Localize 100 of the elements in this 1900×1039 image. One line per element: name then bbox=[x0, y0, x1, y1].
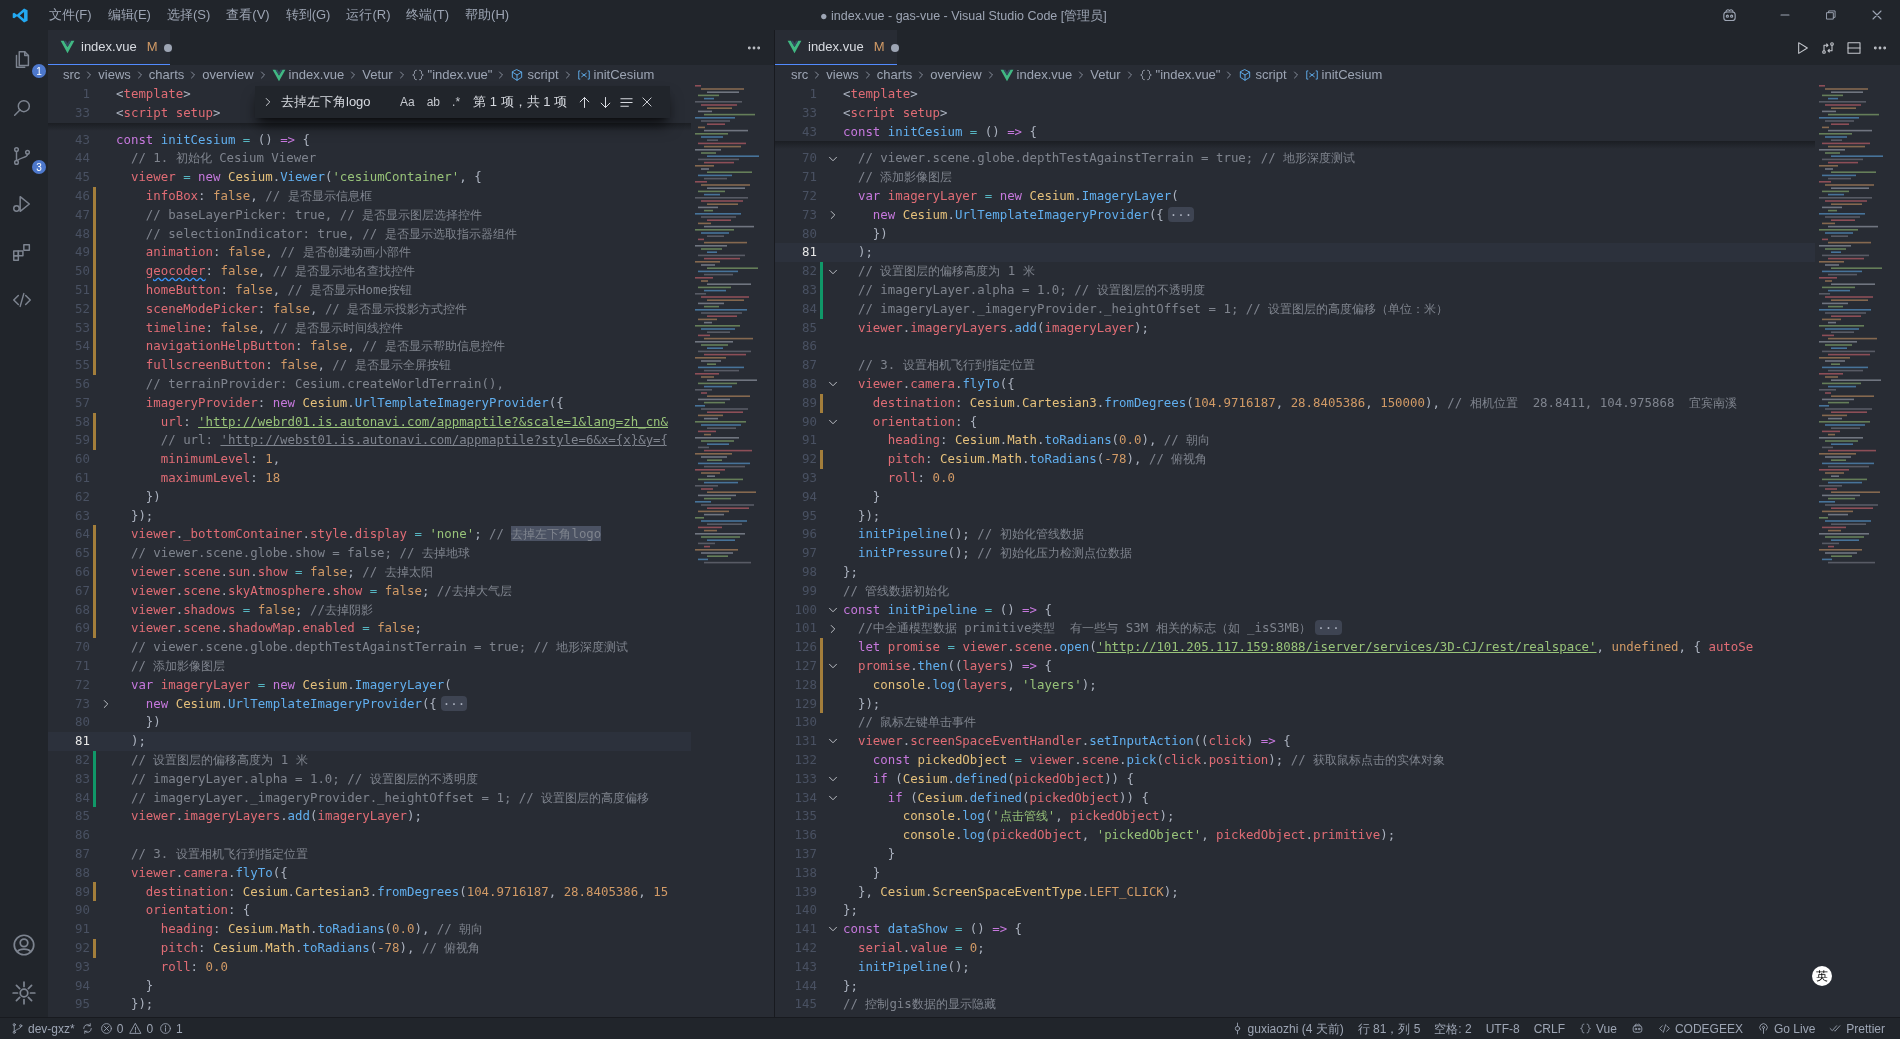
status-item[interactable]: Go Live bbox=[1773, 1019, 1816, 1038]
menu-item[interactable]: 选择(S) bbox=[158, 0, 219, 30]
menu-item[interactable]: 文件(F) bbox=[41, 0, 100, 30]
breadcrumb-item[interactable]: Vetur bbox=[1090, 65, 1121, 85]
menu-item[interactable]: 运行(R) bbox=[338, 0, 399, 30]
menu-item[interactable]: 转到(G) bbox=[277, 0, 339, 30]
code-line: // selectionIndicator: true, // 是否显示选取指示器组件 bbox=[144, 224, 517, 243]
find-option-toggle[interactable]: .* bbox=[449, 93, 464, 111]
code-line: orientation: { bbox=[871, 412, 978, 431]
line-number: 81 bbox=[801, 243, 817, 262]
breadcrumb-item[interactable]: views bbox=[826, 65, 859, 85]
code-line: // url: 'http://webst01.is.autonavi.com/appmaptile?style=6&x={x}&y={ bbox=[159, 431, 669, 450]
settings-icon[interactable] bbox=[11, 980, 37, 1006]
status-item[interactable]: dev-gxz* bbox=[28, 1019, 75, 1038]
breadcrumb-item[interactable]: initCesium bbox=[1321, 65, 1383, 85]
code-line: viewer.scene.shadowMap.enabled = false; bbox=[129, 619, 422, 638]
status-item[interactable]: 0 bbox=[116, 1019, 124, 1038]
breadcrumb-item[interactable]: index.vue bbox=[1016, 65, 1073, 85]
breadcrumb-item[interactable]: index.vue bbox=[288, 65, 345, 85]
code-line: // 鼠标左键单击事件 bbox=[856, 713, 977, 732]
search-icon[interactable] bbox=[11, 97, 33, 119]
run-debug-icon[interactable] bbox=[11, 193, 33, 215]
warning-icon[interactable] bbox=[129, 1022, 143, 1035]
branch-icon[interactable] bbox=[11, 1022, 24, 1035]
source-control-icon[interactable] bbox=[11, 145, 33, 167]
extensions-icon[interactable] bbox=[11, 241, 33, 263]
arrow-up-icon[interactable] bbox=[577, 94, 592, 110]
close-icon[interactable] bbox=[640, 95, 654, 109]
code-line: initPressure(); // 初始化压力检测点位数据 bbox=[856, 544, 1132, 563]
status-item[interactable]: CODEGEEX bbox=[1674, 1019, 1743, 1038]
vue-icon bbox=[787, 40, 802, 54]
find-option-toggle[interactable]: ab bbox=[423, 93, 444, 111]
breadcrumb-item[interactable]: overview bbox=[930, 65, 982, 85]
status-item[interactable]: UTF-8 bbox=[1485, 1019, 1520, 1038]
code-line: // 管线数据初始化 bbox=[843, 581, 950, 600]
code-line: // 设置图层的偏移高度为 1 米 bbox=[856, 262, 1035, 281]
restore-icon[interactable] bbox=[1824, 8, 1838, 22]
split-editor-icon[interactable] bbox=[1846, 39, 1862, 56]
status-item[interactable]: 0 bbox=[146, 1019, 154, 1038]
find-option-toggle[interactable]: Aa bbox=[397, 93, 418, 111]
match-count: 第 1 项，共 1 项 bbox=[473, 93, 567, 112]
breadcrumb-item[interactable]: "index.vue" bbox=[1155, 65, 1221, 85]
status-item[interactable]: CRLF bbox=[1533, 1019, 1566, 1038]
breadcrumb-item[interactable]: "index.vue" bbox=[427, 65, 493, 85]
code-line: orientation: { bbox=[144, 901, 251, 920]
double-check-icon[interactable] bbox=[1829, 1022, 1843, 1035]
editor-tab[interactable]: index.vue M bbox=[48, 30, 170, 65]
breadcrumb-item[interactable]: script bbox=[527, 65, 559, 85]
menu-item[interactable]: 查看(V) bbox=[218, 0, 278, 30]
breadcrumb-item[interactable]: src bbox=[791, 65, 809, 85]
account-icon[interactable] bbox=[11, 932, 37, 958]
breadcrumb-item[interactable]: initCesium bbox=[593, 65, 655, 85]
code-line: // imageryLayer._imageryProvider._heightOffset = 1; // 设置图层的高度偏移 bbox=[129, 788, 650, 807]
breadcrumb-item[interactable]: Vetur bbox=[362, 65, 393, 85]
unsaved-dot-icon[interactable] bbox=[890, 43, 899, 52]
sync-icon[interactable] bbox=[80, 1022, 94, 1035]
code-line: viewer.screenSpaceEventHandler.setInputAction((click) => { bbox=[856, 732, 1291, 751]
find-input[interactable]: 去掉左下角logo bbox=[281, 92, 391, 112]
code-line: roll: 0.0 bbox=[886, 469, 955, 488]
status-item[interactable]: 行 81，列 5 bbox=[1357, 1019, 1421, 1038]
breadcrumb-item[interactable]: overview bbox=[202, 65, 254, 85]
error-icon[interactable] bbox=[99, 1022, 113, 1035]
code-line: }; bbox=[843, 976, 858, 995]
code-line: // 3. 设置相机飞行到指定位置 bbox=[856, 356, 1035, 375]
editor-tab[interactable]: index.vue M bbox=[775, 30, 897, 65]
breadcrumb-item[interactable]: views bbox=[98, 65, 131, 85]
unsaved-dot-icon[interactable] bbox=[163, 43, 172, 52]
code-line: }; bbox=[843, 563, 858, 581]
code-brackets-icon[interactable] bbox=[1657, 1022, 1671, 1035]
braces-icon[interactable] bbox=[1579, 1022, 1593, 1035]
code-line: const initCesium = () => { bbox=[116, 130, 310, 149]
code-line: if (Cesium.defined(pickedObject)) { bbox=[886, 788, 1149, 807]
status-item[interactable]: Prettier bbox=[1846, 1019, 1885, 1038]
arrow-down-icon[interactable] bbox=[598, 94, 613, 110]
breadcrumb-item[interactable]: src bbox=[63, 65, 81, 85]
broadcast-icon[interactable] bbox=[1756, 1022, 1770, 1035]
status-item[interactable]: guxiaozhi (4 天前) bbox=[1247, 1019, 1344, 1038]
code-line: promise.then((layers) => { bbox=[856, 657, 1052, 675]
code-line: heading: Cesium.Math.toRadians(0.0), // 朝向 bbox=[886, 431, 1211, 450]
breadcrumb-item[interactable]: script bbox=[1255, 65, 1287, 85]
robot-face-icon[interactable] bbox=[1721, 6, 1738, 24]
compare-changes-icon[interactable] bbox=[1820, 39, 1836, 56]
menu-item[interactable]: 终端(T) bbox=[398, 0, 458, 30]
code-line: // 添加影像图层 bbox=[856, 168, 953, 187]
menu-item[interactable]: 编辑(E) bbox=[99, 0, 159, 30]
breadcrumb-item[interactable]: charts bbox=[148, 65, 185, 85]
robot-face-icon[interactable] bbox=[1630, 1022, 1644, 1035]
status-item[interactable]: 1 bbox=[176, 1019, 183, 1038]
menu-item[interactable]: 帮助(H) bbox=[457, 0, 518, 30]
variable-icon bbox=[576, 68, 591, 82]
status-item[interactable]: 空格: 2 bbox=[1434, 1019, 1472, 1038]
code-line: const dataShow = () => { bbox=[843, 920, 1023, 939]
code-line: var imageryLayer = new Cesium.ImageryLayer( bbox=[129, 675, 452, 694]
breadcrumb-item[interactable]: charts bbox=[876, 65, 913, 85]
info-icon[interactable] bbox=[159, 1022, 173, 1035]
code-line: // viewer.scene.globe.depthTestAgainstTerrain = true; // 地形深度测试 bbox=[129, 638, 629, 657]
status-item[interactable]: Vue bbox=[1596, 1019, 1617, 1038]
input-method-badge[interactable]: 英 bbox=[1812, 966, 1832, 986]
code-line: geocoder: false, // 是否显示地名查找控件 bbox=[144, 262, 416, 281]
code-line: navigationHelpButton: false, // 是否显示帮助信息控件 bbox=[144, 337, 505, 356]
